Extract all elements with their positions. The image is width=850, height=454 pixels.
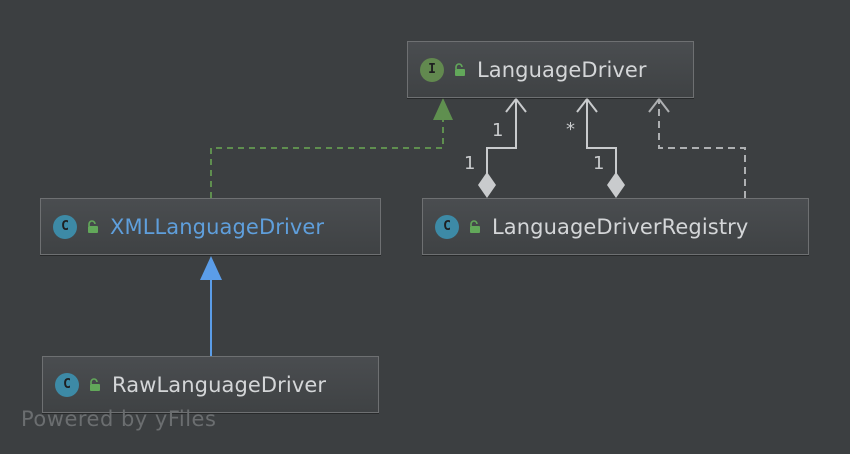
association-2-diamond xyxy=(607,172,625,198)
multiplicity-label: * xyxy=(566,119,575,140)
association-1-diamond xyxy=(478,172,496,198)
node-label: XMLLanguageDriver xyxy=(110,214,325,239)
implementation-edge xyxy=(210,118,444,198)
public-lock-icon xyxy=(470,219,480,233)
class-icon: C xyxy=(55,372,79,397)
multiplicity-label: 1 xyxy=(492,120,504,141)
node-xml-language-driver[interactable]: C XMLLanguageDriver xyxy=(40,198,381,255)
node-language-driver-registry[interactable]: C LanguageDriverRegistry xyxy=(422,198,809,255)
class-icon: C xyxy=(53,214,77,239)
node-raw-language-driver[interactable]: C RawLanguageDriver xyxy=(42,356,379,413)
class-icon: C xyxy=(435,214,459,239)
multiplicity-label: 1 xyxy=(464,153,476,174)
multiplicity-label: 1 xyxy=(593,153,605,174)
interface-icon: I xyxy=(420,57,444,82)
implementation-arrowhead xyxy=(433,98,453,120)
dependency-edge xyxy=(658,99,746,198)
node-label: RawLanguageDriver xyxy=(112,372,327,397)
public-lock-icon xyxy=(455,62,465,76)
inheritance-arrowhead xyxy=(200,256,222,280)
watermark: Powered by yFiles xyxy=(21,407,217,431)
public-lock-icon xyxy=(88,219,98,233)
public-lock-icon xyxy=(90,377,100,391)
node-label: LanguageDriver xyxy=(477,57,647,82)
node-language-driver[interactable]: I LanguageDriver xyxy=(407,41,694,98)
node-label: LanguageDriverRegistry xyxy=(492,214,749,239)
